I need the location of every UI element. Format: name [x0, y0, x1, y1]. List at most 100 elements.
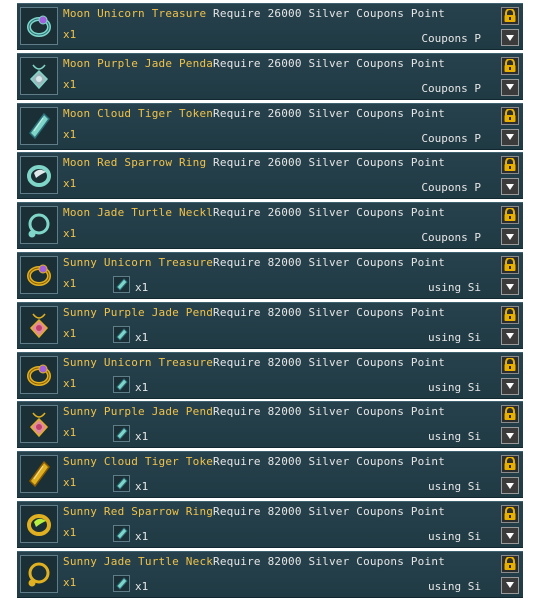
material-gem-icon[interactable]: [113, 574, 130, 592]
item-quantity: x1: [63, 127, 77, 141]
item-name: Sunny Jade Turtle Necklace: [63, 554, 213, 568]
requirement-text: Require 82000 Silver Coupons Point: [213, 405, 445, 419]
jade-pendant-icon[interactable]: [20, 405, 58, 444]
exchange-item-row[interactable]: Sunny Jade Turtle Necklace Require 82000…: [17, 550, 523, 598]
requirement-text: Require 26000 Silver Coupons Point: [213, 206, 445, 220]
material-quantity: x1: [135, 579, 149, 593]
exchange-method: Coupons P: [421, 231, 481, 245]
item-quantity: x1: [63, 277, 77, 290]
lock-icon[interactable]: [501, 156, 519, 175]
material-gem-icon[interactable]: [113, 475, 130, 493]
exchange-method: Coupons P: [421, 32, 481, 45]
requirement-text: Require 26000 Silver Coupons Point: [213, 156, 445, 170]
turtle-necklace-icon[interactable]: [20, 206, 58, 245]
lock-icon[interactable]: [501, 106, 519, 125]
item-name: Moon Jade Turtle Necklace: [63, 206, 213, 220]
requirement-text: Require 26000 Silver Coupons Point: [213, 106, 445, 120]
tiger-token-icon[interactable]: [20, 455, 58, 494]
item-quantity: x1: [63, 77, 77, 91]
material-gem-icon[interactable]: [113, 325, 130, 343]
exchange-method: using Si: [428, 530, 481, 543]
chevron-down-icon[interactable]: [501, 477, 519, 495]
item-quantity: x1: [63, 177, 77, 191]
chevron-down-icon[interactable]: [501, 228, 519, 246]
lock-icon[interactable]: [501, 56, 519, 75]
chevron-down-icon[interactable]: [501, 128, 519, 146]
chevron-down-icon[interactable]: [501, 527, 519, 544]
chevron-down-icon[interactable]: [501, 178, 519, 196]
material-quantity: x1: [135, 380, 149, 394]
exchange-list: Moon Unicorn Treasure Ring Require 26000…: [17, 3, 523, 601]
lock-icon[interactable]: [501, 206, 519, 225]
exchange-method: Coupons P: [421, 131, 481, 145]
lock-icon[interactable]: [501, 7, 519, 25]
exchange-method: using Si: [428, 380, 481, 394]
chevron-down-icon[interactable]: [501, 377, 519, 395]
chevron-down-icon[interactable]: [501, 427, 519, 445]
item-name: Sunny Unicorn Treasure Ring: [63, 256, 213, 269]
chevron-down-icon[interactable]: [501, 327, 519, 345]
exchange-item-row[interactable]: Moon Purple Jade Pendant Require 26000 S…: [17, 52, 523, 100]
exchange-item-row[interactable]: Moon Unicorn Treasure Ring Require 26000…: [17, 3, 523, 50]
lock-icon[interactable]: [501, 256, 519, 274]
exchange-item-row[interactable]: Sunny Purple Jade Pendant Require 82000 …: [17, 401, 523, 449]
material-gem-icon[interactable]: [113, 276, 130, 293]
requirement-text: Require 82000 Silver Coupons Point: [213, 455, 445, 469]
exchange-method: using Si: [428, 330, 481, 344]
turtle-necklace-icon[interactable]: [20, 554, 58, 593]
sparrow-ring-icon[interactable]: [20, 156, 58, 195]
item-name: Sunny Red Sparrow Ring: [63, 505, 213, 518]
requirement-text: Require 26000 Silver Coupons Point: [213, 7, 445, 20]
material-quantity: x1: [135, 330, 149, 344]
material-gem-icon[interactable]: [113, 525, 130, 542]
exchange-method: using Si: [428, 579, 481, 593]
lock-icon[interactable]: [501, 505, 519, 523]
material-gem-icon[interactable]: [113, 375, 130, 393]
item-name: Sunny Cloud Tiger Token: [63, 455, 213, 469]
jade-pendant-icon[interactable]: [20, 305, 58, 344]
exchange-item-row[interactable]: Sunny Purple Jade Pendant Require 82000 …: [17, 301, 523, 349]
exchange-item-row[interactable]: Sunny Red Sparrow Ring Require 82000 Sil…: [17, 501, 523, 548]
item-name: Sunny Purple Jade Pendant: [63, 305, 213, 319]
exchange-item-row[interactable]: Sunny Unicorn Treasure Ring Require 8200…: [17, 252, 523, 299]
item-name: Moon Red Sparrow Ring: [63, 156, 207, 170]
item-name: Moon Unicorn Treasure Ring: [63, 7, 213, 20]
material-gem-icon[interactable]: [113, 425, 130, 443]
material-quantity: x1: [135, 281, 149, 294]
chevron-down-icon[interactable]: [501, 78, 519, 96]
chevron-down-icon[interactable]: [501, 278, 519, 295]
item-quantity: x1: [63, 227, 77, 241]
tiger-token-icon[interactable]: [20, 106, 58, 145]
requirement-text: Require 82000 Silver Coupons Point: [213, 505, 445, 518]
exchange-item-row[interactable]: Sunny Cloud Tiger Token Require 82000 Si…: [17, 451, 523, 499]
exchange-item-row[interactable]: Sunny Unicorn Treasure Ring Require 8200…: [17, 351, 523, 399]
item-quantity: x1: [63, 426, 77, 440]
unicorn-ring-icon[interactable]: [20, 256, 58, 294]
exchange-item-row[interactable]: Moon Red Sparrow Ring Require 26000 Silv…: [17, 152, 523, 200]
lock-icon[interactable]: [501, 554, 519, 573]
item-quantity: x1: [63, 28, 77, 41]
lock-icon[interactable]: [501, 405, 519, 424]
requirement-text: Require 82000 Silver Coupons Point: [213, 256, 445, 269]
unicorn-ring-icon[interactable]: [20, 355, 58, 394]
jade-pendant-icon[interactable]: [20, 56, 58, 95]
item-name: Moon Cloud Tiger Token: [63, 106, 213, 120]
exchange-method: Coupons P: [421, 181, 481, 195]
exchange-method: using Si: [428, 430, 481, 444]
lock-icon[interactable]: [501, 305, 519, 324]
lock-icon[interactable]: [501, 455, 519, 474]
exchange-item-row[interactable]: Moon Cloud Tiger Token Require 26000 Sil…: [17, 102, 523, 150]
material-quantity: x1: [135, 530, 149, 543]
lock-icon[interactable]: [501, 355, 519, 374]
exchange-method: using Si: [428, 281, 481, 294]
sparrow-ring-icon[interactable]: [20, 505, 58, 543]
item-quantity: x1: [63, 326, 77, 340]
unicorn-ring-icon[interactable]: [20, 7, 58, 45]
item-quantity: x1: [63, 575, 77, 589]
item-quantity: x1: [63, 476, 77, 490]
exchange-method: using Si: [428, 480, 481, 494]
chevron-down-icon[interactable]: [501, 29, 519, 46]
chevron-down-icon[interactable]: [501, 576, 519, 594]
item-name: Moon Purple Jade Pendant: [63, 56, 213, 70]
exchange-item-row[interactable]: Moon Jade Turtle Necklace Require 26000 …: [17, 202, 523, 250]
